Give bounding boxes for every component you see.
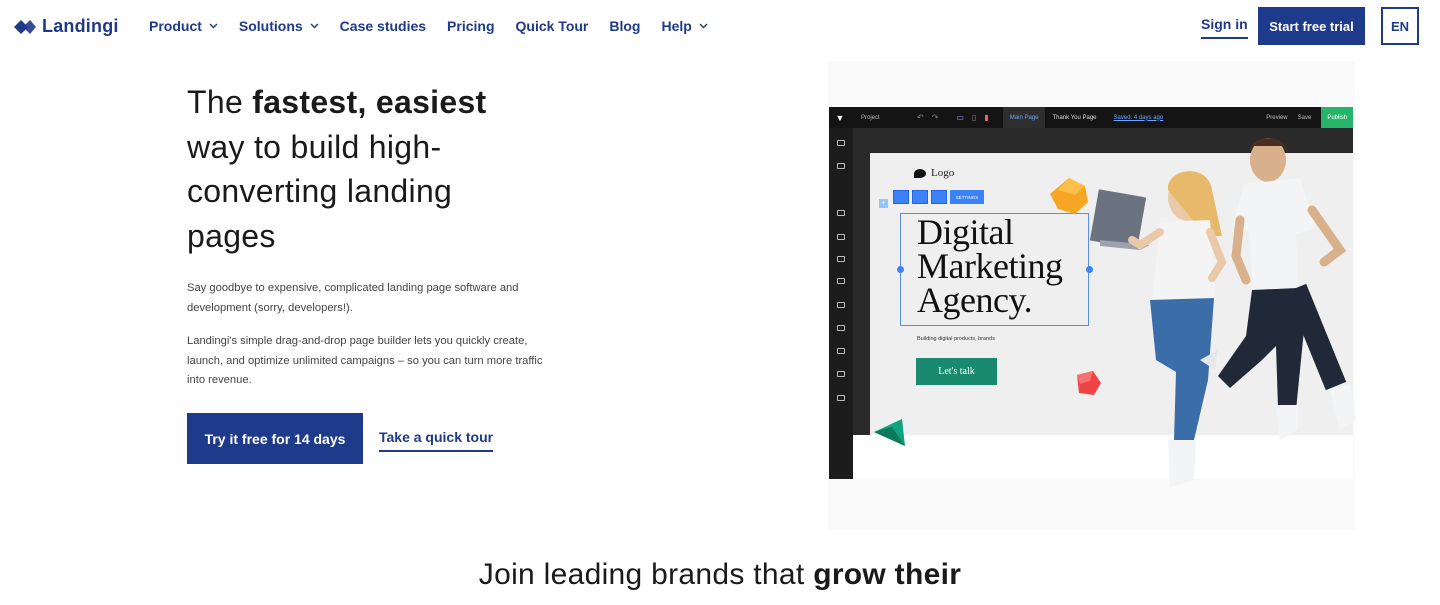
woman-figure xyxy=(1089,171,1227,488)
hero-illustration xyxy=(874,138,1356,488)
brands-heading: Join leading brands that grow their xyxy=(0,558,1440,592)
brands-heading-prefix: Join leading brands that xyxy=(478,558,814,591)
man-figure xyxy=(1218,138,1356,440)
brands-heading-bold: grow their xyxy=(813,558,962,591)
